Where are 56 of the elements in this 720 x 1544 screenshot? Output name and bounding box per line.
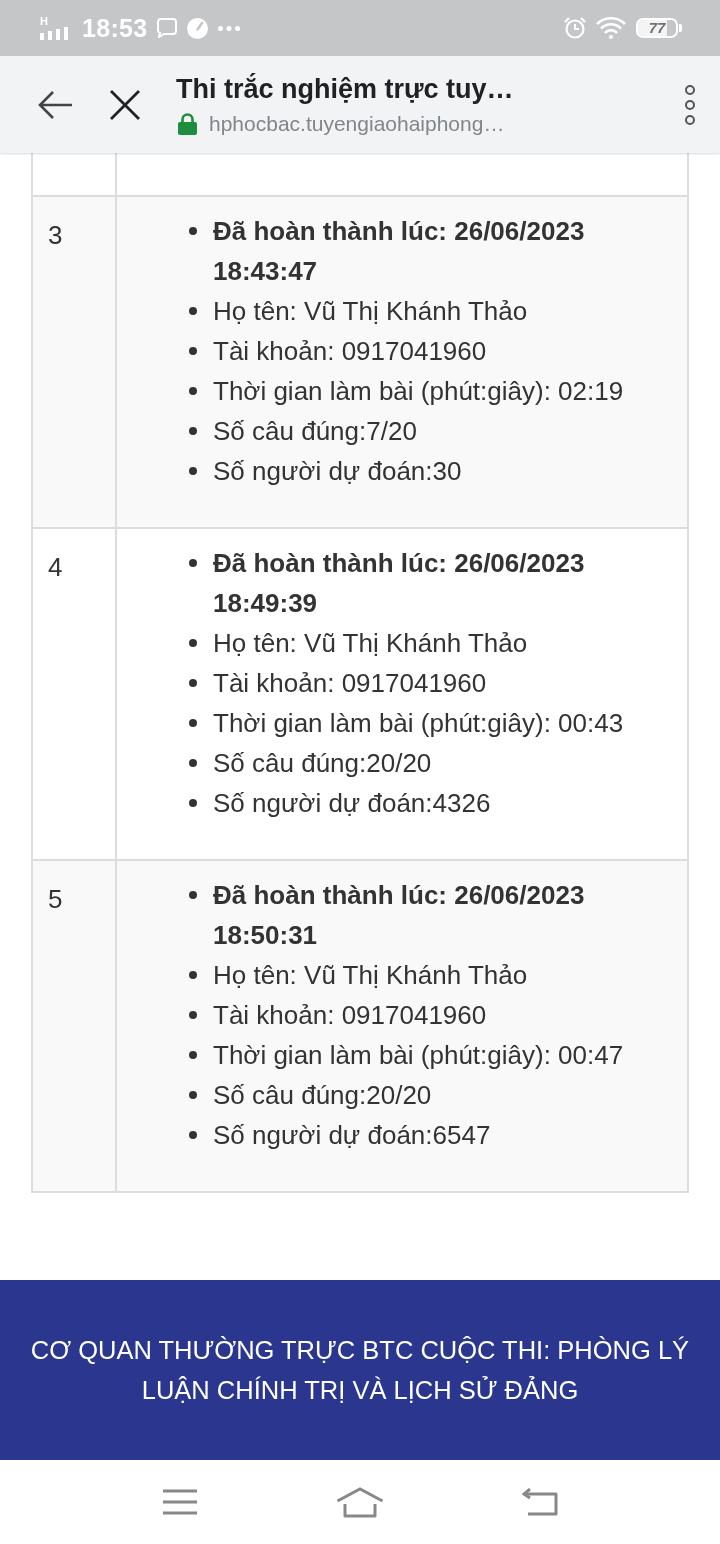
detail-text: Thời gian làm bài (phút:giây): 00:43 <box>213 707 624 740</box>
chat-bubble-icon <box>157 18 178 38</box>
gauge-icon <box>187 17 209 39</box>
bullet-icon <box>189 799 197 807</box>
more-menu-button[interactable] <box>682 82 698 127</box>
detail-text: Số người dự đoán:4326 <box>213 787 491 820</box>
bullet-icon <box>189 227 197 235</box>
detail-text: Thời gian làm bài (phút:giây): 02:19 <box>213 375 624 408</box>
detail-text: Họ tên: Vũ Thị Khánh Thảo <box>213 959 528 992</box>
wifi-icon <box>596 17 626 39</box>
bullet-icon <box>189 387 197 395</box>
bullet-icon <box>189 427 197 435</box>
completion-time: Đã hoàn thành lúc: 26/06/2023 18:50:31 <box>213 879 586 952</box>
bullet-icon <box>189 1131 197 1139</box>
bullet-icon <box>189 891 197 899</box>
signal-icon <box>40 27 70 40</box>
clock-time: 18:53 <box>82 13 148 43</box>
more-notifications-icon <box>218 25 241 31</box>
page-url[interactable]: hphocbac.tuyengiaohaiphong… <box>209 110 505 137</box>
row-number: 5 <box>48 884 63 914</box>
completion-time: Đã hoàn thành lúc: 26/06/2023 18:43:47 <box>213 215 586 288</box>
detail-text: Tài khoản: 0917041960 <box>213 667 487 700</box>
page-title: Thi trắc nghiệm trực tuy… <box>176 72 515 105</box>
bullet-icon <box>189 1051 197 1059</box>
bullet-icon <box>189 1091 197 1099</box>
bullet-icon <box>189 307 197 315</box>
row-number: 4 <box>48 552 63 582</box>
bullet-icon <box>189 971 197 979</box>
alarm-clock-icon <box>564 17 586 39</box>
bullet-icon <box>189 679 197 687</box>
bullet-icon <box>189 347 197 355</box>
detail-text: Số người dự đoán:6547 <box>213 1119 491 1152</box>
battery-percentage: 77 <box>647 20 667 36</box>
bullet-icon <box>189 639 197 647</box>
close-button[interactable] <box>108 87 142 122</box>
detail-text: Số người dự đoán:30 <box>213 455 462 488</box>
detail-text: Số câu đúng:20/20 <box>213 747 432 780</box>
bullet-icon <box>189 467 197 475</box>
detail-text: Thời gian làm bài (phút:giây): 00:47 <box>213 1039 624 1072</box>
home-button[interactable] <box>336 1486 384 1518</box>
detail-text: Tài khoản: 0917041960 <box>213 335 487 368</box>
bullet-icon <box>189 719 197 727</box>
detail-text: Họ tên: Vũ Thị Khánh Thảo <box>213 295 528 328</box>
bullet-icon <box>189 1011 197 1019</box>
bullet-icon <box>189 559 197 567</box>
detail-text: Tài khoản: 0917041960 <box>213 999 487 1032</box>
network-type-label: H <box>40 16 48 27</box>
detail-text: Số câu đúng:7/20 <box>213 415 417 448</box>
footer-text: CƠ QUAN THƯỜNG TRỰC BTC CUỘC THI: PHÒNG LÝ LUẬN CHÍNH TRỊ VÀ LỊCH SỬ ĐẢNG <box>29 1335 691 1406</box>
bullet-icon <box>189 759 197 767</box>
row-number: 3 <box>48 220 63 250</box>
completion-time: Đã hoàn thành lúc: 26/06/2023 18:49:39 <box>213 547 586 620</box>
menu-button[interactable] <box>163 1489 197 1515</box>
back-nav-button[interactable] <box>522 1488 558 1516</box>
detail-text: Họ tên: Vũ Thị Khánh Thảo <box>213 627 528 660</box>
detail-text: Số câu đúng:20/20 <box>213 1079 432 1112</box>
